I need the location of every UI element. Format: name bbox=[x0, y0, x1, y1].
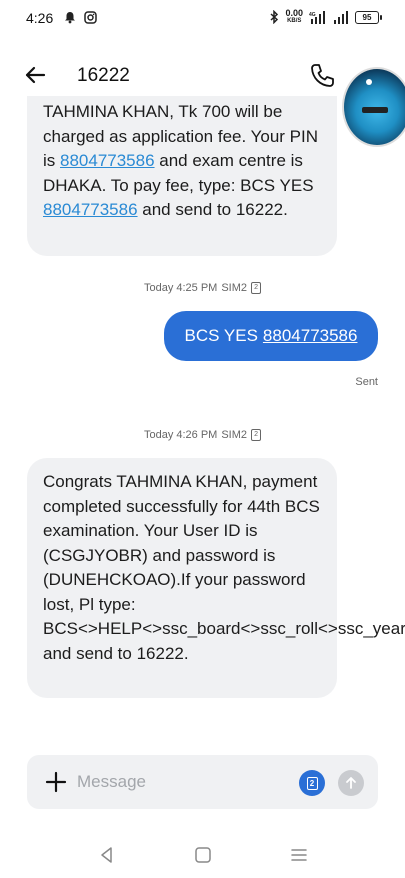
status-bar: 4:26 0.00 KB/S 4G 95 bbox=[0, 0, 405, 36]
battery-icon: 95 bbox=[355, 10, 382, 24]
nav-back-icon[interactable] bbox=[96, 844, 118, 866]
incoming-message[interactable]: TAHMINA KHAN, Tk 700 will be charged as … bbox=[27, 96, 337, 256]
conversation-title: 16222 bbox=[77, 65, 130, 86]
network-speed: 0.00 KB/S bbox=[285, 8, 303, 25]
send-arrow-icon bbox=[346, 777, 356, 789]
sim-card-icon: 2 bbox=[251, 429, 262, 441]
instagram-icon bbox=[84, 11, 97, 24]
sim-select-button[interactable]: 2 bbox=[299, 770, 325, 796]
sim-card-icon: 2 bbox=[251, 282, 262, 294]
message-timestamp: Today 4:26 PM SIM2 2 bbox=[0, 429, 405, 441]
nav-home-icon[interactable] bbox=[192, 844, 214, 866]
message-composer: 2 bbox=[27, 755, 378, 809]
message-timestamp: Today 4:25 PM SIM2 2 bbox=[0, 282, 405, 294]
pin-link[interactable]: 8804773586 bbox=[263, 326, 358, 346]
back-arrow-icon[interactable] bbox=[22, 62, 48, 88]
signal-4g-icon: 4G bbox=[309, 10, 325, 24]
system-navigation-bar bbox=[0, 832, 405, 878]
svg-text:4G: 4G bbox=[309, 12, 316, 18]
floating-bubble-avatar[interactable] bbox=[342, 67, 405, 147]
phone-icon[interactable] bbox=[309, 62, 335, 88]
incoming-message[interactable]: Congrats TAHMINA KHAN, payment completed… bbox=[27, 458, 405, 698]
pin-link[interactable]: 8804773586 bbox=[60, 151, 155, 170]
plus-icon[interactable] bbox=[42, 768, 70, 796]
notification-bell-icon bbox=[65, 12, 75, 24]
status-time: 4:26 bbox=[26, 10, 54, 26]
message-input[interactable] bbox=[77, 767, 277, 797]
send-button[interactable] bbox=[338, 770, 364, 796]
signal-icon bbox=[334, 10, 348, 24]
outgoing-message[interactable]: BCS YES 8804773586 bbox=[164, 311, 378, 361]
bluetooth-icon bbox=[270, 10, 279, 24]
sent-status: Sent bbox=[355, 376, 378, 388]
pin-link[interactable]: 8804773586 bbox=[43, 200, 138, 219]
sim-card-icon: 2 bbox=[306, 776, 318, 790]
nav-menu-icon[interactable] bbox=[288, 844, 310, 866]
